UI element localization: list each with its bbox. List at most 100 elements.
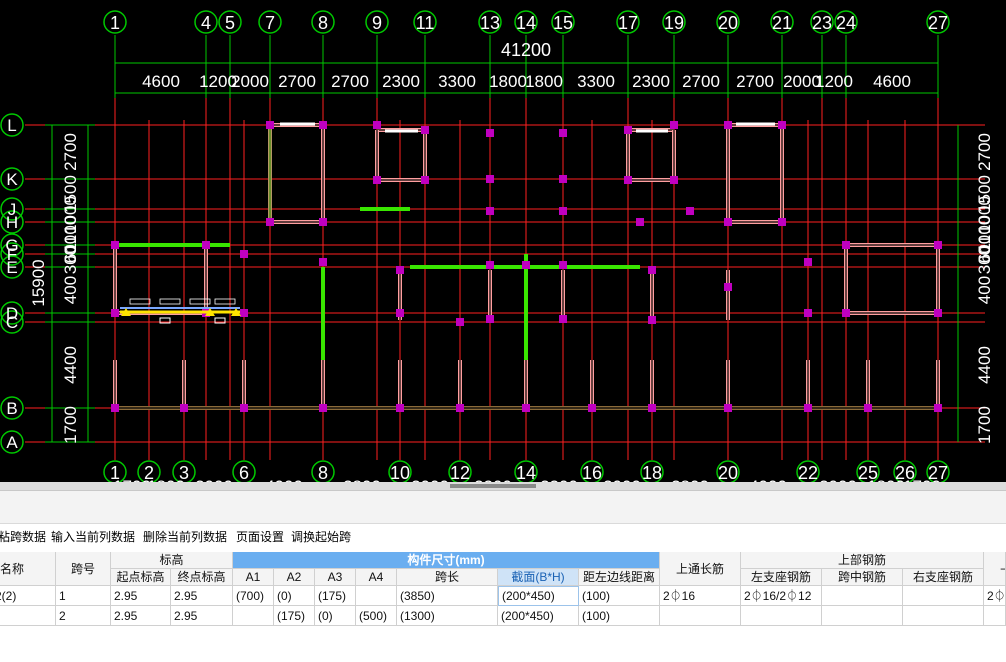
col-header-edge-distance[interactable]: 距左边线距离 — [579, 569, 660, 586]
paste-span-data-button[interactable]: 粘跨数据 — [0, 524, 46, 550]
column — [240, 404, 248, 412]
column — [724, 121, 732, 129]
column — [486, 315, 494, 323]
top-axis-label: 7 — [265, 13, 275, 33]
detail-mark — [214, 298, 236, 305]
top-dimension-value: 1200 — [815, 72, 853, 91]
splitter-bar[interactable] — [0, 482, 1006, 491]
top-axis-label: 24 — [836, 13, 856, 33]
cell-name[interactable]: 2(2) — [0, 586, 56, 606]
column — [724, 218, 732, 226]
col-header-end-elev[interactable]: 终点标高 — [171, 569, 233, 586]
beam-table-panel: 粘跨数据 输入当前列数据 删除当前列数据 页面设置 调换起始跨 名称 跨号 标高… — [0, 482, 1006, 662]
col-header-name[interactable]: 名称 — [0, 552, 56, 586]
cell-a4[interactable] — [356, 586, 397, 606]
bottom-axis-label: 6 — [239, 463, 249, 482]
cad-drawing-canvas[interactable]: 1 4 5 7 8 9 11 13 14 15 17 19 20 21 23 24 271 2 3 6 8 10 12 14 1… — [0, 0, 1006, 482]
cell-span-length[interactable]: (1300) — [397, 606, 498, 626]
top-dimension-value: 4600 — [142, 72, 180, 91]
top-dimension-value: 2700 — [736, 72, 774, 91]
splitter-grip[interactable] — [450, 484, 536, 488]
column — [804, 404, 812, 412]
cell-edge-distance[interactable]: (100) — [579, 586, 660, 606]
cell-a4[interactable]: (500) — [356, 606, 397, 626]
column — [266, 121, 274, 129]
top-dimension-value: 2700 — [278, 72, 316, 91]
cell-end-elev[interactable]: 2.95 — [171, 606, 233, 626]
col-header-section[interactable]: 截面(B*H) — [498, 569, 579, 586]
col-header-bottom-partial[interactable]: 下 — [984, 552, 1006, 586]
cell-span[interactable]: 1 — [56, 586, 111, 606]
left-axis-label: L — [7, 116, 16, 135]
col-header-a4[interactable]: A4 — [356, 569, 397, 586]
column — [396, 266, 404, 274]
column — [456, 318, 464, 326]
top-total-dimension: 41200 — [501, 40, 551, 60]
left-axis-label: K — [6, 170, 18, 189]
cell-a1[interactable]: (700) — [233, 586, 274, 606]
cell-a2[interactable]: (175) — [274, 606, 315, 626]
cell-a3[interactable]: (175) — [315, 586, 356, 606]
column — [266, 218, 274, 226]
cell-end-elev[interactable]: 2.95 — [171, 586, 233, 606]
cell-right-seat[interactable] — [903, 586, 984, 606]
cell-span-length[interactable]: (3850) — [397, 586, 498, 606]
cell-section[interactable]: (200*450) — [498, 586, 579, 606]
cell-start-elev[interactable]: 2.95 — [111, 606, 171, 626]
col-header-a2[interactable]: A2 — [274, 569, 315, 586]
bottom-axis-label: 20 — [718, 463, 738, 482]
column — [111, 404, 119, 412]
cell-a1[interactable] — [233, 606, 274, 626]
cell-left-seat[interactable]: 2⏀16/2⏀12 — [741, 586, 822, 606]
cell-start-elev[interactable]: 2.95 — [111, 586, 171, 606]
col-group-top-rebar: 上部钢筋 — [741, 552, 984, 569]
cell-a3[interactable]: (0) — [315, 606, 356, 626]
delete-column-data-button[interactable]: 删除当前列数据 — [143, 524, 227, 550]
cell-bottom-partial[interactable] — [984, 606, 1006, 626]
col-header-span-length[interactable]: 跨长 — [397, 569, 498, 586]
column — [319, 121, 327, 129]
swap-start-span-button[interactable]: 调换起始跨 — [291, 524, 351, 550]
bottom-axis-label: 14 — [516, 463, 536, 482]
cell-a2[interactable]: (0) — [274, 586, 315, 606]
top-dimension-value: 1800 — [525, 72, 563, 91]
column — [724, 283, 732, 291]
bottom-axis-label: 16 — [582, 463, 602, 482]
right-dimension-value: 1700 — [975, 406, 994, 444]
column — [559, 315, 567, 323]
col-header-a3[interactable]: A3 — [315, 569, 356, 586]
left-axis-label: H — [6, 213, 18, 232]
column — [648, 266, 656, 274]
column — [648, 316, 656, 324]
column — [624, 126, 632, 134]
cell-section[interactable]: (200*450) — [498, 606, 579, 626]
left-dimension-value: 4400 — [61, 346, 80, 384]
cell-top-through[interactable] — [660, 606, 741, 626]
top-dimension-value: 2300 — [632, 72, 670, 91]
col-header-mid[interactable]: 跨中钢筋 — [822, 569, 903, 586]
input-column-data-button[interactable]: 输入当前列数据 — [51, 524, 135, 550]
col-header-left-seat[interactable]: 左支座钢筋 — [741, 569, 822, 586]
top-axis-label: 27 — [928, 13, 948, 33]
cell-right-seat[interactable] — [903, 606, 984, 626]
cell-span[interactable]: 2 — [56, 606, 111, 626]
top-dimension-value: 3300 — [438, 72, 476, 91]
column — [778, 121, 786, 129]
cell-edge-distance[interactable]: (100) — [579, 606, 660, 626]
col-header-top-through[interactable]: 上通长筋 — [660, 552, 741, 586]
cell-name[interactable] — [0, 606, 56, 626]
cell-top-through[interactable]: 2⏀16 — [660, 586, 741, 606]
col-header-a1[interactable]: A1 — [233, 569, 274, 586]
column — [486, 261, 494, 269]
col-header-start-elev[interactable]: 起点标高 — [111, 569, 171, 586]
col-header-span[interactable]: 跨号 — [56, 552, 111, 586]
cell-bottom-partial[interactable]: 2⏀ — [984, 586, 1006, 606]
page-setup-button[interactable]: 页面设置 — [236, 524, 284, 550]
column — [559, 129, 567, 137]
cell-left-seat[interactable] — [741, 606, 822, 626]
column — [373, 121, 381, 129]
cell-mid[interactable] — [822, 586, 903, 606]
cell-mid[interactable] — [822, 606, 903, 626]
col-header-right-seat[interactable]: 右支座钢筋 — [903, 569, 984, 586]
top-axis-label: 20 — [718, 13, 738, 33]
